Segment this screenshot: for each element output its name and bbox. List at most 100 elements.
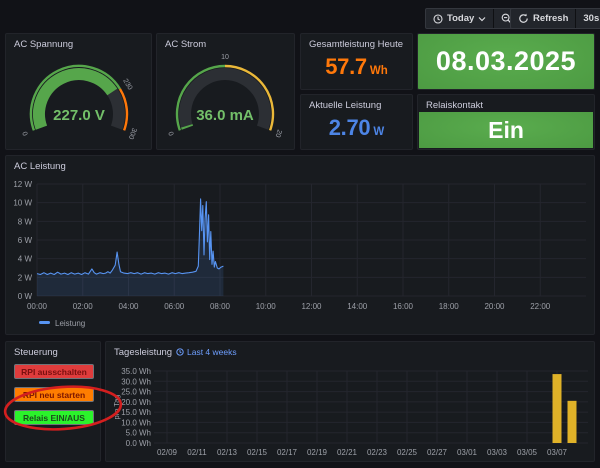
panel-title: Tagesleistung: [114, 347, 172, 358]
date-value: 08.03.2025: [436, 46, 576, 77]
legend-swatch: [39, 321, 50, 324]
legend-label[interactable]: Leistung: [55, 319, 85, 328]
stat-total-energy-today: 57.7 Wh: [301, 54, 412, 80]
x-tick-label: 12:00: [301, 302, 322, 311]
panel-gesamtleistung-heute: Gesamtleistung Heute 57.7 Wh: [300, 33, 413, 90]
y-tick-label: 0.0 Wh: [126, 439, 151, 448]
voltage-gauge: 0 230 300 227.0 V: [6, 50, 151, 149]
rpi-shutdown-button[interactable]: RPI ausschalten: [14, 364, 94, 379]
refresh-picker-group: Refresh 30s: [510, 8, 600, 29]
y-tick-label: 4 W: [18, 255, 33, 264]
clock-icon: [433, 14, 443, 24]
panel-title: AC Spannung: [14, 39, 73, 50]
chevron-down-icon: [478, 16, 486, 22]
refresh-interval-button[interactable]: 30s: [576, 9, 600, 28]
panel-title: Gesamtleistung Heute: [309, 39, 403, 50]
clock-icon: [176, 348, 184, 356]
x-tick-label: 22:00: [530, 302, 551, 311]
panel-tagesleistung: Tagesleistung Last 4 weeks 02/0902/1102/…: [105, 341, 595, 462]
y-axis-label: pro Tag: [112, 395, 121, 420]
x-tick-label: 02/21: [337, 448, 358, 457]
x-tick-label: 02/15: [247, 448, 268, 457]
gauge-tick-label: 0: [22, 130, 30, 136]
x-tick-label: 08:00: [210, 302, 231, 311]
button-label: Relais EIN/AUS: [23, 413, 85, 423]
stat-current-power: 2.70 W: [301, 115, 412, 141]
y-tick-label: 0 W: [18, 292, 33, 301]
gauge-value-text: 36.0 mA: [196, 107, 254, 124]
y-tick-label: 35.0 Wh: [121, 367, 151, 376]
refresh-icon: [518, 13, 529, 24]
y-tick-label: 2 W: [18, 273, 33, 282]
x-tick-label: 02/19: [307, 448, 328, 457]
current-gauge: 0 10 20 36.0 mA: [157, 50, 294, 149]
x-tick-label: 18:00: [439, 302, 460, 311]
panel-title: AC Leistung: [14, 161, 66, 172]
rpi-restart-button[interactable]: RPI neu starten: [14, 387, 94, 402]
y-tick-label: 12 W: [13, 180, 32, 189]
x-tick-label: 02/13: [217, 448, 238, 457]
x-tick-label: 06:00: [164, 302, 185, 311]
power-timeseries-chart: 00:0002:0004:0006:0008:0010:0012:0014:00…: [6, 172, 594, 335]
stat-unit: Wh: [370, 65, 388, 77]
time-range-button[interactable]: Today: [426, 9, 493, 28]
stat-value: 2.70: [329, 115, 371, 141]
panel-title: Relaiskontakt: [426, 100, 483, 111]
panel-title: AC Strom: [165, 39, 206, 50]
bar-03/08: [568, 401, 577, 443]
panel-title: Aktuelle Leistung: [309, 100, 381, 111]
refresh-button[interactable]: Refresh: [511, 9, 575, 28]
panel-aktuelle-leistung: Aktuelle Leistung 2.70 W: [300, 94, 413, 150]
refresh-interval-label: 30s: [583, 13, 599, 24]
gauge-value-arc: [187, 126, 188, 128]
y-tick-label: 25.0 Wh: [121, 388, 151, 397]
time-range-label: Today: [447, 13, 474, 24]
x-tick-label: 02/11: [187, 448, 207, 457]
panel-date: 08.03.2025: [417, 33, 595, 90]
y-tick-label: 5.0 Wh: [126, 429, 151, 438]
y-tick-label: 8 W: [18, 217, 33, 226]
panel-ac-spannung: AC Spannung 0 230 300 227.0 V: [5, 33, 152, 150]
x-tick-label: 00:00: [27, 302, 48, 311]
panel-relaiskontakt: Relaiskontakt Ein: [417, 94, 595, 150]
daily-energy-bar-chart: 02/0902/1102/1302/1502/1702/1902/2102/23…: [107, 358, 595, 462]
x-tick-label: 03/05: [517, 448, 538, 457]
x-tick-label: 02/25: [397, 448, 418, 457]
gauge-tick-label: 300: [127, 127, 138, 140]
y-tick-label: 15.0 Wh: [121, 408, 151, 417]
gauge-tick-label: 20: [273, 128, 282, 138]
gauge-tick-label: 230: [121, 78, 133, 92]
time-window-label: Last 4 weeks: [187, 347, 237, 357]
panel-ac-strom: AC Strom 0 10 20 36.0 mA: [156, 33, 295, 150]
y-tick-label: 30.0 Wh: [121, 377, 151, 386]
y-tick-label: 6 W: [18, 236, 33, 245]
relay-state-value: Ein: [488, 117, 524, 144]
bar-03/07: [553, 374, 562, 443]
stat-unit: W: [373, 126, 384, 138]
button-label: RPI neu starten: [23, 390, 85, 400]
stat-value: 57.7: [325, 54, 367, 80]
panel-ac-leistung: AC Leistung 00:0002:0004:0006:0008:0010:…: [5, 155, 595, 335]
button-label: RPI ausschalten: [21, 367, 87, 377]
panel-title: Steuerung: [14, 347, 58, 358]
x-tick-label: 16:00: [393, 302, 414, 311]
x-tick-label: 10:00: [256, 302, 277, 311]
panel-steuerung: Steuerung RPI ausschalten RPI neu starte…: [5, 341, 101, 462]
gauge-value-text: 227.0 V: [53, 107, 105, 124]
time-window-link[interactable]: Last 4 weeks: [176, 347, 237, 357]
y-tick-label: 10 W: [13, 199, 32, 208]
x-tick-label: 20:00: [484, 302, 505, 311]
refresh-label: Refresh: [533, 13, 568, 24]
relay-toggle-button[interactable]: Relais EIN/AUS: [14, 410, 94, 425]
gauge-tick-label: 0: [168, 130, 176, 136]
time-picker-group: Today: [425, 8, 520, 29]
x-tick-label: 03/07: [547, 448, 568, 457]
y-tick-label: 20.0 Wh: [121, 398, 151, 407]
x-tick-label: 02:00: [73, 302, 94, 311]
grafana-dashboard: Today Refresh 30s AC Spannung: [0, 0, 600, 468]
x-tick-label: 02/17: [277, 448, 298, 457]
gauge-tick-label: 10: [221, 54, 229, 61]
y-tick-label: 10.0 Wh: [121, 418, 151, 427]
x-tick-label: 02/27: [427, 448, 448, 457]
x-tick-label: 14:00: [347, 302, 368, 311]
